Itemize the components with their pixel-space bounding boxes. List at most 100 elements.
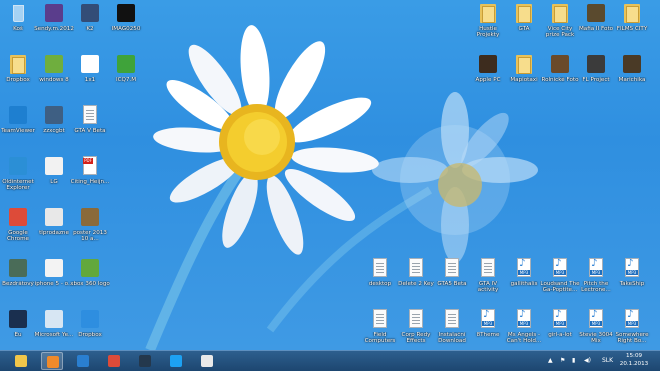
desktop-icon[interactable]: Corp Redy Effects xyxy=(396,306,436,350)
desktop-icon[interactable]: Vice City prize Pack xyxy=(540,0,580,48)
taskbar-button-chrome[interactable] xyxy=(103,352,125,370)
taskbar-button-file-explorer[interactable] xyxy=(10,352,32,370)
desktop-icon[interactable]: Instalační Download xyxy=(432,306,472,350)
app-icon xyxy=(7,257,29,279)
app-icon xyxy=(79,53,101,75)
desktop-icon[interactable]: GTA IV activity xyxy=(468,255,508,303)
desktop-icon[interactable]: GTA5 Beta xyxy=(432,255,472,303)
flag-icon[interactable]: ⚑ xyxy=(560,351,565,371)
desktop-icon-label: FL Project xyxy=(582,77,610,83)
clock[interactable]: 15:09 20.1.2013 xyxy=(616,352,652,368)
desktop-icon[interactable]: ♪ MP3 Somewhere Right Bo... xyxy=(612,306,652,350)
desktop-icon[interactable]: ♪ MP3 Stevie 3004 Mix xyxy=(576,306,616,350)
desktop-icon[interactable]: IMAG0250 xyxy=(106,0,146,48)
desktop-icon[interactable]: Apple PC xyxy=(468,51,508,99)
file-explorer-icon xyxy=(15,355,27,367)
desktop-icon-label: Google Chrome xyxy=(7,230,29,243)
desktop-icon[interactable]: Hustle Projekty xyxy=(468,0,508,48)
app-icon xyxy=(585,2,607,24)
desktop-icon-label: Field Computers xyxy=(364,332,396,345)
desktop-icon-label: 8Theme xyxy=(476,332,500,338)
desktop-icon[interactable]: ♪ MP3 girl-a-lot xyxy=(540,306,580,350)
desktop-icon[interactable]: ICQ7.M xyxy=(106,51,146,99)
app-icon xyxy=(115,2,137,24)
desktop-icon[interactable]: Delete 2 Key xyxy=(396,255,436,303)
desktop-icon[interactable]: poster 2013 10 a... xyxy=(70,204,110,252)
desktop-icon-label: K2 xyxy=(86,26,94,32)
desktop-icon[interactable]: GTA V Beta xyxy=(70,102,110,150)
desktop-icon-label: Somewhere Right Bo... xyxy=(615,332,649,345)
desktop-icon[interactable]: Bezdrátový xyxy=(0,255,38,303)
app-icon xyxy=(43,257,65,279)
folder-icon xyxy=(513,2,535,24)
desktop-icon[interactable]: Marichika xyxy=(612,51,652,99)
taskbar-button-steam[interactable] xyxy=(134,352,156,370)
taskbar-button-paint[interactable] xyxy=(196,352,218,370)
desktop-icon[interactable]: Dropbox xyxy=(0,51,38,99)
language-indicator[interactable]: SLK xyxy=(602,351,613,371)
desktop-icon[interactable]: desktop xyxy=(360,255,400,303)
desktop-icon[interactable]: GTA xyxy=(504,0,544,48)
desktop-icon-label: Dropbox xyxy=(6,77,30,83)
desktop-icon[interactable]: ♪ MP3 TakeShip xyxy=(612,255,652,303)
paint-icon xyxy=(201,355,213,367)
desktop-icon[interactable]: tlprodazne xyxy=(34,204,74,252)
desktop-icon[interactable]: TeamViewer xyxy=(0,102,38,150)
desktop-icon[interactable]: zzxcgbt xyxy=(34,102,74,150)
desktop-icon-label: IMAG0250 xyxy=(111,26,141,32)
desktop-icon-label: Koš xyxy=(13,26,23,32)
network-icon[interactable]: ▮ xyxy=(572,351,575,371)
notification-chevron-icon[interactable]: ▲ xyxy=(548,351,553,371)
desktop-icon[interactable]: ♪ MP3 Loudsand The Ga-Poptite... xyxy=(540,255,580,303)
desktop-icon-label: FILMS CITY xyxy=(616,26,648,32)
desktop-icon-label: Apple PC xyxy=(475,77,501,83)
app-icon xyxy=(43,104,65,126)
desktop-icon[interactable]: LG xyxy=(34,153,74,201)
desktop-icon[interactable]: Eu xyxy=(0,306,38,350)
desktop-icon-label: girl-a-lot xyxy=(548,332,572,338)
desktop-icon-label: Stevie 3004 Mix xyxy=(579,332,613,345)
desktop-icon-label: Instalační Download xyxy=(438,332,466,345)
app-icon xyxy=(621,53,643,75)
volume-icon[interactable]: ◀) xyxy=(584,351,591,371)
taskbar-button-windows-media-player[interactable] xyxy=(72,352,94,370)
desktop-icon[interactable]: ♪ MP3 Ms Angels - Can't Hold... xyxy=(504,306,544,350)
app-icon xyxy=(79,2,101,24)
app-icon xyxy=(7,308,29,330)
desktop-icon[interactable]: ♪ MP3 8Theme xyxy=(468,306,508,350)
desktop-icon[interactable]: Google Chrome xyxy=(0,204,38,252)
desktop-icon-label: GTA xyxy=(518,26,530,32)
desktop-icon[interactable]: ♪ MP3 gallithalis xyxy=(504,255,544,303)
desktop: Koš Sendy.m.2012 K2 IMAG0250 Dropbox windows … xyxy=(0,0,660,350)
desktop-icon[interactable]: Dropbox xyxy=(70,306,110,350)
taskbar-button-skype[interactable] xyxy=(165,352,187,370)
desktop-icon[interactable]: Rolnické Foto xyxy=(540,51,580,99)
taskbar-button-media-player[interactable] xyxy=(41,352,63,370)
desktop-icon[interactable]: FL Project xyxy=(576,51,616,99)
desktop-icon[interactable]: Sendy.m.2012 xyxy=(34,0,74,48)
desktop-icon[interactable]: 1x1 xyxy=(70,51,110,99)
app-icon xyxy=(79,308,101,330)
desktop-icon[interactable]: PDF Citing_Heijn... xyxy=(70,153,110,201)
desktop-icon-label: ICQ7.M xyxy=(115,77,137,83)
desktop-icon[interactable]: Oldinternet Explorer xyxy=(0,153,38,201)
desktop-icon[interactable]: Microsoft Ye... xyxy=(34,306,74,350)
desktop-icon[interactable]: Field Computers xyxy=(360,306,400,350)
desktop-icon[interactable]: iphone 5 - o... xyxy=(34,255,74,303)
desktop-icon[interactable]: xbox 360 logo xyxy=(70,255,110,303)
desktop-icon[interactable]: FILMS CITY xyxy=(612,0,652,48)
desktop-icon[interactable]: Mapiotaxi xyxy=(504,51,544,99)
desktop-icon[interactable]: Koš xyxy=(0,0,38,48)
app-icon xyxy=(7,155,29,177)
desktop-icon[interactable]: ♪ MP3 Pitch the Lectrone... xyxy=(576,255,616,303)
app-icon xyxy=(79,206,101,228)
desktop-icon[interactable]: Mafia II Foto xyxy=(576,0,616,48)
desktop-icon-label: Ms Angels - Can't Hold... xyxy=(506,332,542,345)
app-icon xyxy=(43,308,65,330)
steam-icon xyxy=(139,355,151,367)
app-icon xyxy=(43,155,65,177)
clock-date: 20.1.2013 xyxy=(619,361,649,367)
audio-file-icon: ♪ MP3 xyxy=(585,308,607,330)
desktop-icon[interactable]: K2 xyxy=(70,0,110,48)
desktop-icon[interactable]: windows 8 xyxy=(34,51,74,99)
